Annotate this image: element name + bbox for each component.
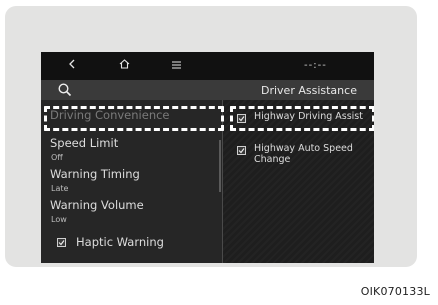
haptic-warning-label[interactable]: Haptic Warning <box>76 235 164 249</box>
clock: --:-- <box>304 60 327 71</box>
warning-volume-value: Low <box>51 215 67 224</box>
highway-auto-speed-change-checkbox[interactable] <box>237 146 246 155</box>
figure-code: OIK070133L <box>360 285 430 298</box>
warning-timing-value: Late <box>51 184 69 193</box>
highway-auto-speed-change-label[interactable]: Highway Auto Speed Change <box>254 143 374 165</box>
highlight-box-right <box>230 106 374 131</box>
scrollbar[interactable] <box>219 140 221 192</box>
home-icon[interactable] <box>117 52 131 80</box>
haptic-warning-checkbox[interactable] <box>57 238 66 247</box>
warning-volume-label[interactable]: Warning Volume <box>50 198 144 212</box>
header-bar: Driver Assistance <box>41 80 374 100</box>
page-title: Driver Assistance <box>261 84 357 97</box>
back-icon[interactable] <box>65 52 79 80</box>
top-bar: --:-- <box>41 52 374 80</box>
highlight-box-left <box>44 106 224 131</box>
search-icon[interactable] <box>57 82 75 98</box>
warning-timing-label[interactable]: Warning Timing <box>50 167 140 181</box>
speed-limit-label[interactable]: Speed Limit <box>50 136 118 150</box>
speed-limit-value: Off <box>51 153 63 162</box>
menu-icon[interactable] <box>169 52 183 80</box>
infotainment-screen: --:-- Driver Assistance Driving Convenie… <box>41 52 374 263</box>
